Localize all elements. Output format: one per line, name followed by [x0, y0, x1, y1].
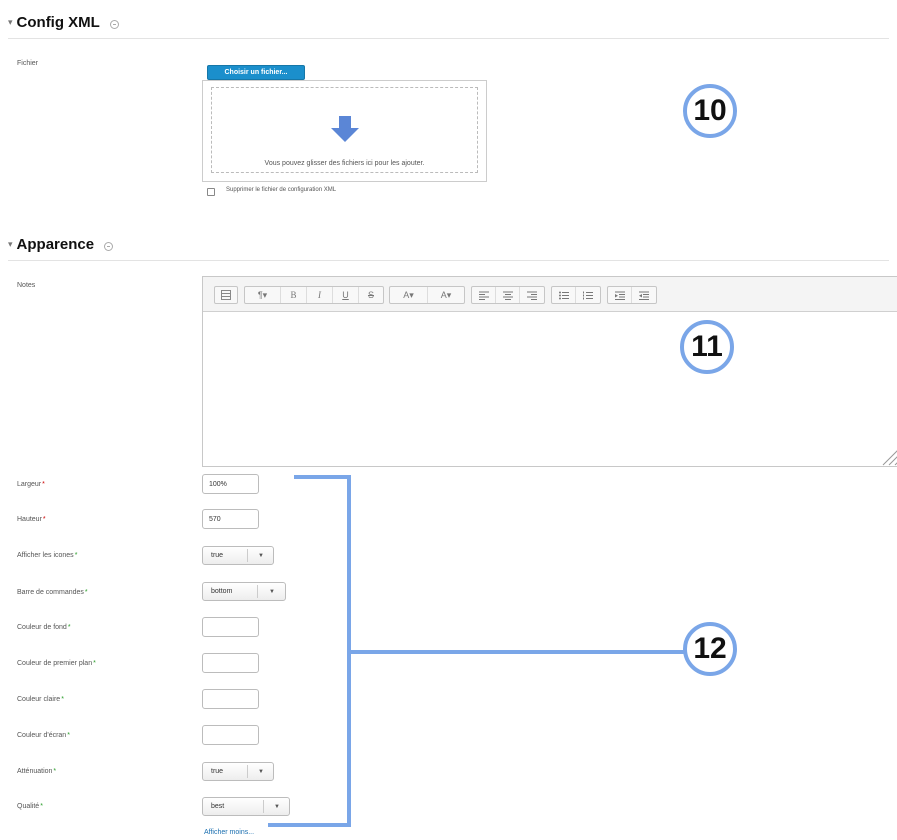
bg-color-label: Couleur de fond* — [17, 624, 71, 631]
italic-icon[interactable]: I — [307, 287, 333, 303]
file-picker-box[interactable]: Vous pouvez glisser des fichiers ici pou… — [202, 80, 487, 182]
quality-select[interactable]: best ▼ — [202, 797, 290, 816]
paragraph-style-icon[interactable]: ¶▾ — [245, 287, 281, 303]
height-input[interactable]: 570 — [202, 509, 259, 529]
section-divider — [8, 260, 889, 261]
underline-icon[interactable]: U — [333, 287, 359, 303]
indent-icon[interactable] — [632, 287, 656, 303]
light-color-input[interactable] — [202, 689, 259, 709]
download-arrow-icon — [331, 116, 359, 142]
notes-label: Notes — [17, 282, 36, 289]
align-right-icon[interactable] — [520, 287, 544, 303]
command-bar-label: Barre de commandes* — [17, 589, 88, 596]
height-label: Hauteur* — [17, 516, 46, 523]
numbered-list-icon[interactable] — [576, 287, 600, 303]
text-color-icon[interactable]: A▾ — [390, 287, 428, 303]
callout-12: 12 — [683, 622, 737, 676]
notes-editor[interactable]: ¶▾ B I U S A▾ A▾ — [202, 276, 897, 467]
callout-connector-line — [349, 650, 685, 654]
align-left-icon[interactable] — [472, 287, 496, 303]
collapse-caret-icon[interactable]: ▾ — [8, 17, 13, 28]
appearance-title: Apparence — [16, 236, 95, 253]
callout-10: 10 — [683, 84, 737, 138]
editor-toolbar: ¶▾ B I U S A▾ A▾ — [203, 277, 897, 312]
show-less-link[interactable]: Afficher moins... — [204, 829, 254, 836]
show-icons-select[interactable]: true ▼ — [202, 546, 274, 565]
fg-color-input[interactable] — [202, 653, 259, 673]
delete-config-label: Supprimer le fichier de configuration XM… — [226, 187, 337, 193]
delete-config-checkbox[interactable] — [207, 188, 215, 196]
callout-bracket-top — [294, 475, 350, 479]
toolbar-group — [551, 286, 601, 304]
attenuation-select[interactable]: true ▼ — [202, 762, 274, 781]
bold-icon[interactable]: B — [281, 287, 307, 303]
attenuation-label: Atténuation* — [17, 768, 57, 775]
help-icon[interactable] — [104, 242, 114, 251]
drop-zone-text: Vous pouvez glisser des fichiers ici pou… — [264, 160, 425, 167]
help-icon[interactable] — [109, 20, 119, 29]
table-icon[interactable] — [215, 287, 237, 303]
show-icons-value: true — [211, 552, 224, 559]
callout-11: 11 — [680, 320, 734, 374]
width-input[interactable]: 100% — [202, 474, 259, 494]
chevron-down-icon: ▼ — [274, 803, 280, 810]
show-icons-label: Afficher les icones* — [17, 552, 78, 559]
command-bar-value: bottom — [211, 588, 233, 595]
background-color-icon[interactable]: A▾ — [428, 287, 464, 303]
file-label: Fichier — [17, 60, 39, 67]
config-xml-title: Config XML — [16, 14, 100, 31]
screen-color-label: Couleur d'écran* — [17, 732, 70, 739]
chevron-down-icon: ▼ — [269, 588, 275, 595]
quality-value: best — [211, 803, 225, 810]
screen-color-input[interactable] — [202, 725, 259, 745]
toolbar-group — [214, 286, 238, 304]
section-divider — [8, 38, 889, 39]
toolbar-group: ¶▾ B I U S — [244, 286, 384, 304]
toolbar-group — [471, 286, 545, 304]
choose-file-button[interactable]: Choisir un fichier... — [207, 65, 305, 80]
toolbar-group: A▾ A▾ — [389, 286, 465, 304]
bg-color-input[interactable] — [202, 617, 259, 637]
width-label: Largeur* — [17, 481, 45, 488]
fg-color-label: Couleur de premier plan* — [17, 660, 96, 667]
attenuation-value: true — [211, 768, 224, 775]
appearance-header[interactable]: ▾ Apparence — [8, 236, 114, 253]
command-bar-select[interactable]: bottom ▼ — [202, 582, 286, 601]
strikethrough-icon[interactable]: S — [359, 287, 383, 303]
outdent-icon[interactable] — [608, 287, 632, 303]
toolbar-group — [607, 286, 657, 304]
quality-label: Qualité* — [17, 803, 43, 810]
chevron-down-icon: ▼ — [258, 552, 264, 559]
resize-handle-icon[interactable] — [875, 440, 897, 466]
light-color-label: Couleur claire* — [17, 696, 64, 703]
config-xml-header[interactable]: ▾ Config XML — [8, 14, 119, 31]
drop-zone[interactable]: Vous pouvez glisser des fichiers ici pou… — [211, 87, 478, 173]
bullet-list-icon[interactable] — [552, 287, 576, 303]
align-center-icon[interactable] — [496, 287, 520, 303]
callout-bracket-bottom — [268, 823, 351, 827]
chevron-down-icon: ▼ — [258, 768, 264, 775]
collapse-caret-icon[interactable]: ▾ — [8, 239, 13, 250]
